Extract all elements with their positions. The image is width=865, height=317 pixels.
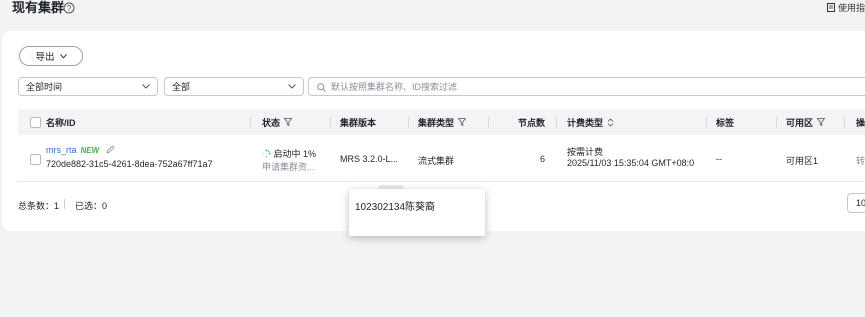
selected-count: 已选：0 [75, 201, 108, 211]
status-cell: 启动中 1% [262, 147, 316, 160]
column-billing[interactable]: 计费类型 [567, 109, 614, 135]
column-divider [408, 117, 409, 128]
table-header: 名称/ID 状态 集群版本 集群类型 节点数 计费类型 标签 可用区 操 [18, 109, 865, 135]
chevron-down-icon [59, 53, 67, 59]
status-subtext: 申请集群资... [262, 162, 315, 172]
search-input[interactable]: 默认按照集群名称、ID搜索过滤 [308, 77, 865, 96]
column-type-label: 集群类型 [418, 117, 455, 128]
page-size-select[interactable]: 10 [847, 193, 865, 213]
column-status-label: 状态 [262, 117, 281, 128]
column-divider [250, 117, 251, 128]
cluster-type: 流式集群 [418, 156, 455, 166]
column-az[interactable]: 可用区 [786, 109, 826, 135]
time-range-select[interactable]: 全部时间 [18, 77, 158, 96]
column-ops-label: 操 [856, 117, 865, 128]
column-divider [706, 117, 707, 128]
tooltip: 102302134陈葵裔 [349, 189, 485, 236]
column-divider [556, 117, 557, 128]
operation-link[interactable]: 转 [856, 154, 865, 167]
column-az-label: 可用区 [786, 117, 814, 128]
document-icon [826, 3, 835, 12]
loading-spinner-icon [262, 149, 271, 158]
column-name: 名称/ID [46, 109, 76, 135]
billing-time: 2025/11/03 15:35:04 GMT+08:00 t [567, 158, 694, 168]
column-name-label: 名称/ID [46, 117, 76, 128]
filter-icon[interactable] [458, 118, 467, 126]
column-type[interactable]: 集群类型 [418, 109, 467, 135]
export-button[interactable]: 导出 [19, 46, 83, 66]
user-guide-label: 使用指 [837, 3, 865, 13]
filter-icon[interactable] [284, 118, 293, 126]
time-range-value: 全部时间 [26, 82, 63, 92]
column-divider [330, 117, 331, 128]
billing-type: 按需计费 [567, 147, 604, 157]
new-badge: NEW [80, 146, 100, 155]
table-row: mrs_rta NEW 720de882-31c5-4261-8dea-752a6… [18, 135, 865, 182]
export-label: 导出 [35, 52, 55, 63]
cluster-name-link[interactable]: mrs_rta [46, 145, 77, 155]
column-nodes-label: 节点数 [518, 117, 546, 128]
cluster-name-cell: mrs_rta NEW [46, 145, 115, 155]
column-divider [776, 117, 777, 128]
status-filter-select[interactable]: 全部 [164, 77, 304, 96]
column-divider [488, 117, 489, 128]
cluster-version: MRS 3.2.0-L... [340, 154, 399, 164]
help-icon[interactable]: ? [63, 2, 75, 14]
column-tags: 标签 [716, 109, 734, 135]
column-ops: 操 [856, 109, 865, 135]
select-all-checkbox[interactable] [30, 117, 41, 128]
tooltip-text: 102302134陈葵裔 [355, 202, 436, 213]
chevron-down-icon [288, 84, 296, 89]
edit-icon[interactable] [106, 145, 115, 154]
node-count: 6 [540, 154, 546, 164]
sort-icon[interactable] [607, 117, 614, 127]
column-nodes: 节点数 [518, 109, 545, 135]
status-text: 启动中 1% [273, 149, 317, 159]
total-count: 总条数：1 [18, 201, 60, 211]
search-icon [317, 83, 326, 92]
column-status[interactable]: 状态 [262, 109, 293, 135]
row-checkbox[interactable] [30, 154, 41, 165]
page-title: 现有集群 [12, 0, 65, 15]
status-filter-value: 全部 [172, 82, 191, 92]
column-divider [844, 117, 845, 128]
column-tags-label: 标签 [716, 117, 735, 128]
filter-icon[interactable] [817, 118, 826, 126]
chevron-down-icon [142, 84, 150, 89]
search-placeholder: 默认按照集群名称、ID搜索过滤 [331, 82, 458, 92]
page-size-value: 10 [856, 198, 865, 208]
availability-zone: 可用区1 [786, 156, 819, 166]
user-guide-link[interactable]: 使用指 [826, 1, 865, 14]
footer-divider [64, 199, 65, 209]
svg-text:?: ? [67, 4, 72, 13]
tags-value: -- [716, 154, 722, 164]
cluster-id: 720de882-31c5-4261-8dea-752a67ff71a7 [46, 159, 213, 169]
column-version-label: 集群版本 [340, 117, 377, 128]
column-version: 集群版本 [340, 109, 376, 135]
column-billing-label: 计费类型 [567, 117, 604, 128]
